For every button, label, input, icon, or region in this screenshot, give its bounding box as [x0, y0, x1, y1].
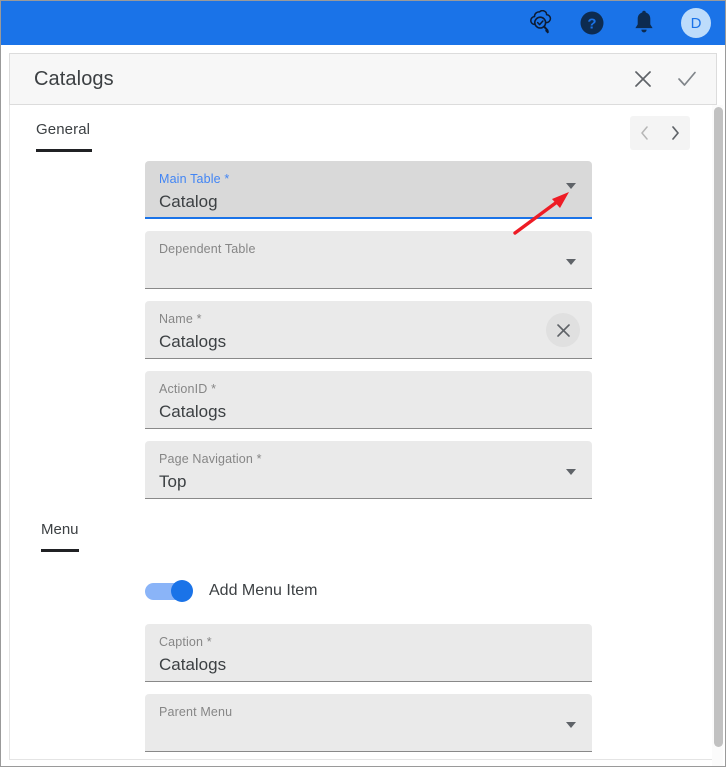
top-app-bar: ? D [1, 1, 725, 45]
dependent-table-dropdown-caret-icon[interactable] [566, 259, 576, 265]
form-content-area: General Main Table * Catalog Dependent T… [9, 105, 717, 760]
add-menu-item-toggle[interactable] [145, 580, 193, 602]
prev-page-chevron-icon[interactable] [630, 116, 660, 150]
field-main-table-label: Main Table * [159, 172, 230, 186]
application-window: ? D Catalogs General Main Table * Catalo… [0, 0, 726, 767]
field-caption-label: Caption * [159, 635, 212, 649]
field-caption-value: Catalogs [159, 655, 227, 674]
dialog-action-group [630, 66, 700, 92]
tab-general[interactable]: General [36, 121, 92, 152]
cloud-search-check-icon[interactable] [525, 8, 555, 38]
field-action-id-value: Catalogs [159, 402, 227, 421]
toggle-thumb [171, 580, 193, 602]
top-bar-icon-group: ? D [525, 8, 711, 38]
field-caption[interactable]: Caption * Catalogs [145, 624, 592, 682]
parent-menu-dropdown-caret-icon[interactable] [566, 722, 576, 728]
field-parent-menu[interactable]: Parent Menu [145, 694, 592, 752]
main-table-dropdown-caret-icon[interactable] [566, 183, 576, 189]
tab-menu-underline [41, 549, 79, 552]
field-page-navigation[interactable]: Page Navigation * Top [145, 441, 592, 499]
field-main-table[interactable]: Main Table * Catalog [145, 161, 592, 219]
field-dependent-table-label: Dependent Table [159, 242, 256, 256]
page-title: Catalogs [34, 67, 114, 90]
tab-general-label: General [36, 121, 91, 138]
dialog-title-bar: Catalogs [9, 53, 717, 105]
tab-menu[interactable]: Menu [41, 521, 79, 552]
field-action-id[interactable]: ActionID * Catalogs [145, 371, 592, 429]
tab-general-underline [36, 149, 92, 152]
user-avatar[interactable]: D [681, 8, 711, 38]
general-fields-group: Main Table * Catalog Dependent Table Nam… [10, 161, 716, 499]
page-navigation-dropdown-caret-icon[interactable] [566, 469, 576, 475]
field-name-value: Catalogs [159, 332, 227, 351]
field-page-navigation-label: Page Navigation * [159, 452, 262, 466]
next-page-chevron-icon[interactable] [660, 116, 690, 150]
general-section-header: General [10, 105, 716, 161]
add-menu-item-row: Add Menu Item [145, 573, 716, 609]
tab-menu-label: Menu [41, 521, 79, 538]
menu-fields-group: Caption * Catalogs Parent Menu [10, 624, 716, 752]
svg-text:?: ? [587, 16, 596, 33]
section-pager [630, 116, 690, 150]
name-clear-icon[interactable] [546, 313, 580, 347]
vertical-scrollbar-thumb[interactable] [714, 107, 723, 747]
close-icon[interactable] [630, 66, 656, 92]
field-parent-menu-label: Parent Menu [159, 705, 233, 719]
field-name-label: Name * [159, 312, 202, 326]
field-name[interactable]: Name * Catalogs [145, 301, 592, 359]
checkmark-confirm-icon[interactable] [674, 66, 700, 92]
add-menu-item-label: Add Menu Item [209, 582, 318, 599]
field-page-navigation-value: Top [159, 472, 187, 491]
field-dependent-table[interactable]: Dependent Table [145, 231, 592, 289]
menu-section-header: Menu [10, 511, 716, 573]
field-main-table-value: Catalog [159, 192, 218, 211]
field-action-id-label: ActionID * [159, 382, 217, 396]
help-icon[interactable]: ? [577, 8, 607, 38]
notifications-bell-icon[interactable] [629, 8, 659, 38]
